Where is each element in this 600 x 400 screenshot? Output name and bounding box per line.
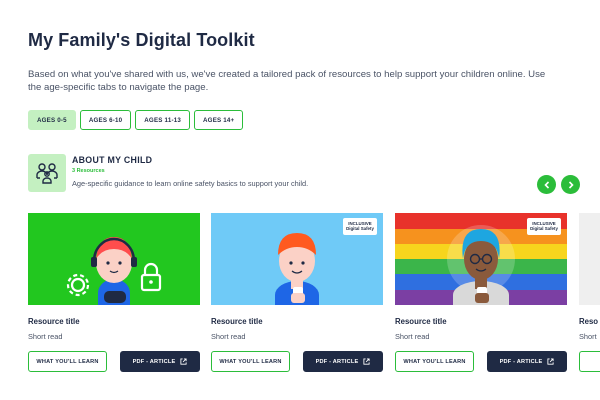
resource-title: Resource title	[395, 317, 447, 326]
resource-image: INCLUSIVE Digital Safety	[211, 213, 383, 305]
pdf-article-button[interactable]: PDF - ARTICLE	[487, 351, 567, 372]
resource-card[interactable]: Resource title Short read WHAT YOU'LL LE…	[28, 213, 200, 372]
section-title: ABOUT MY CHILD	[72, 155, 153, 165]
resource-subtitle: Short read	[395, 332, 430, 341]
pdf-article-label: PDF - ARTICLE	[499, 358, 543, 365]
pdf-article-button[interactable]: PDF - ARTICLE	[303, 351, 383, 372]
family-icon	[28, 154, 66, 192]
what-youll-learn-button[interactable]	[579, 351, 600, 372]
resource-subtitle: Short	[579, 332, 597, 341]
resource-image	[579, 213, 600, 305]
resource-image: INCLUSIVE Digital Safety	[395, 213, 567, 305]
carousel-next-button[interactable]	[561, 175, 580, 194]
resource-card[interactable]: INCLUSIVE Digital Safety Resource title …	[211, 213, 383, 372]
tab-ages-0-5[interactable]: AGES 0-5	[28, 110, 76, 130]
external-link-icon	[180, 358, 187, 365]
pdf-article-button[interactable]: PDF - ARTICLE	[120, 351, 200, 372]
section-description: Age-specific guidance to learn online sa…	[72, 179, 309, 188]
pdf-article-label: PDF - ARTICLE	[132, 358, 176, 365]
resource-subtitle: Short read	[28, 332, 63, 341]
tab-ages-11-13[interactable]: AGES 11-13	[135, 110, 191, 130]
resource-count: 3 Resources	[72, 168, 105, 174]
inclusive-badge: INCLUSIVE Digital Safety	[527, 218, 561, 235]
chevron-left-icon	[543, 180, 549, 189]
resource-title: Resource title	[28, 317, 80, 326]
resource-title: Reso	[579, 317, 599, 326]
tab-ages-14-plus[interactable]: AGES 14+	[194, 110, 244, 130]
age-tabs: AGES 0-5 AGES 6-10 AGES 11-13 AGES 14+	[28, 110, 244, 130]
carousel-prev-button[interactable]	[537, 175, 556, 194]
pdf-article-label: PDF - ARTICLE	[315, 358, 359, 365]
resource-subtitle: Short read	[211, 332, 246, 341]
resource-card[interactable]: Reso Short	[579, 213, 600, 372]
inclusive-badge: INCLUSIVE Digital Safety	[343, 218, 377, 235]
external-link-icon	[547, 358, 554, 365]
tab-ages-6-10[interactable]: AGES 6-10	[79, 110, 132, 130]
what-youll-learn-button[interactable]: WHAT YOU'LL LEARN	[395, 351, 474, 372]
resource-title: Resource title	[211, 317, 263, 326]
chevron-right-icon	[568, 180, 574, 189]
what-youll-learn-button[interactable]: WHAT YOU'LL LEARN	[28, 351, 107, 372]
page-title: My Family's Digital Toolkit	[28, 30, 255, 50]
external-link-icon	[363, 358, 370, 365]
what-youll-learn-button[interactable]: WHAT YOU'LL LEARN	[211, 351, 290, 372]
page-intro: Based on what you've shared with us, we'…	[28, 69, 546, 93]
resource-image	[28, 213, 200, 305]
resource-card[interactable]: INCLUSIVE Digital Safety Resource title …	[395, 213, 567, 372]
